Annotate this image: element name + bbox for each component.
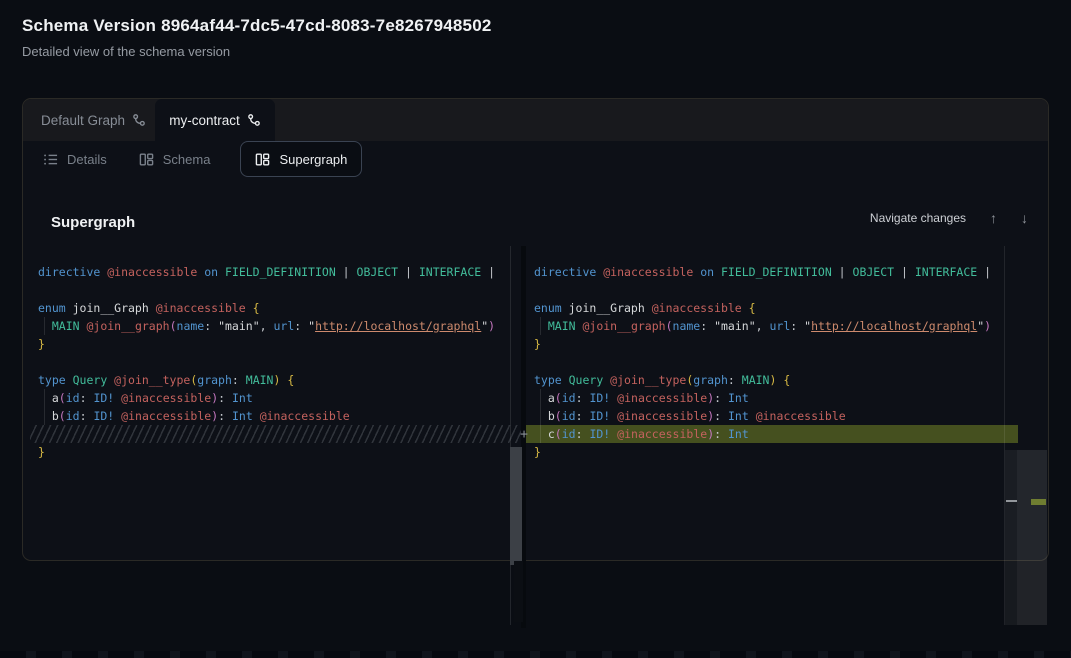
navigate-changes-label: Navigate changes — [870, 211, 966, 225]
navigate-down-button[interactable]: ↓ — [1021, 211, 1028, 225]
subtab-schema[interactable]: Schema — [137, 142, 213, 176]
page-title: Schema Version 8964af44-7dc5-47cd-8083-7… — [22, 16, 492, 36]
navigate-up-button[interactable]: ↑ — [990, 211, 997, 225]
tab-my-contract[interactable]: my-contract — [155, 99, 275, 141]
diff-original-pane[interactable]: directive @inaccessible on FIELD_DEFINIT… — [38, 263, 516, 461]
subtab-schema-label: Schema — [163, 152, 211, 167]
subtab-supergraph-label: Supergraph — [279, 152, 347, 167]
tab-default-graph[interactable]: Default Graph — [23, 99, 164, 141]
tab-default-graph-label: Default Graph — [41, 113, 125, 128]
scrollbar-track-extension — [514, 561, 523, 622]
variant-fork-icon — [132, 113, 146, 127]
panels-icon — [255, 152, 270, 167]
page-header: Schema Version 8964af44-7dc5-47cd-8083-7… — [22, 16, 492, 59]
list-icon — [43, 152, 58, 167]
subtab-details[interactable]: Details — [41, 142, 109, 176]
navigate-changes-controls: Navigate changes ↑ ↓ — [870, 211, 1028, 225]
diff-modified-pane[interactable]: directive @inaccessible on FIELD_DEFINIT… — [534, 263, 1004, 461]
variant-tabstrip: Default Graph my-contract — [23, 99, 1048, 141]
supergraph-section-heading: Supergraph — [51, 214, 135, 231]
overview-ruler[interactable] — [1005, 450, 1047, 625]
bottom-dashed-border — [0, 651, 1071, 658]
variant-fork-icon — [247, 113, 261, 127]
subtab-details-label: Details — [67, 152, 107, 167]
panels-icon — [139, 152, 154, 167]
left-pane-scrollbar-thumb[interactable] — [510, 447, 522, 565]
subtab-supergraph[interactable]: Supergraph — [240, 141, 362, 177]
view-subtabs: Details Schema Supergraph — [23, 141, 1048, 177]
page-subtitle: Detailed view of the schema version — [22, 44, 492, 59]
tab-my-contract-label: my-contract — [169, 113, 240, 128]
